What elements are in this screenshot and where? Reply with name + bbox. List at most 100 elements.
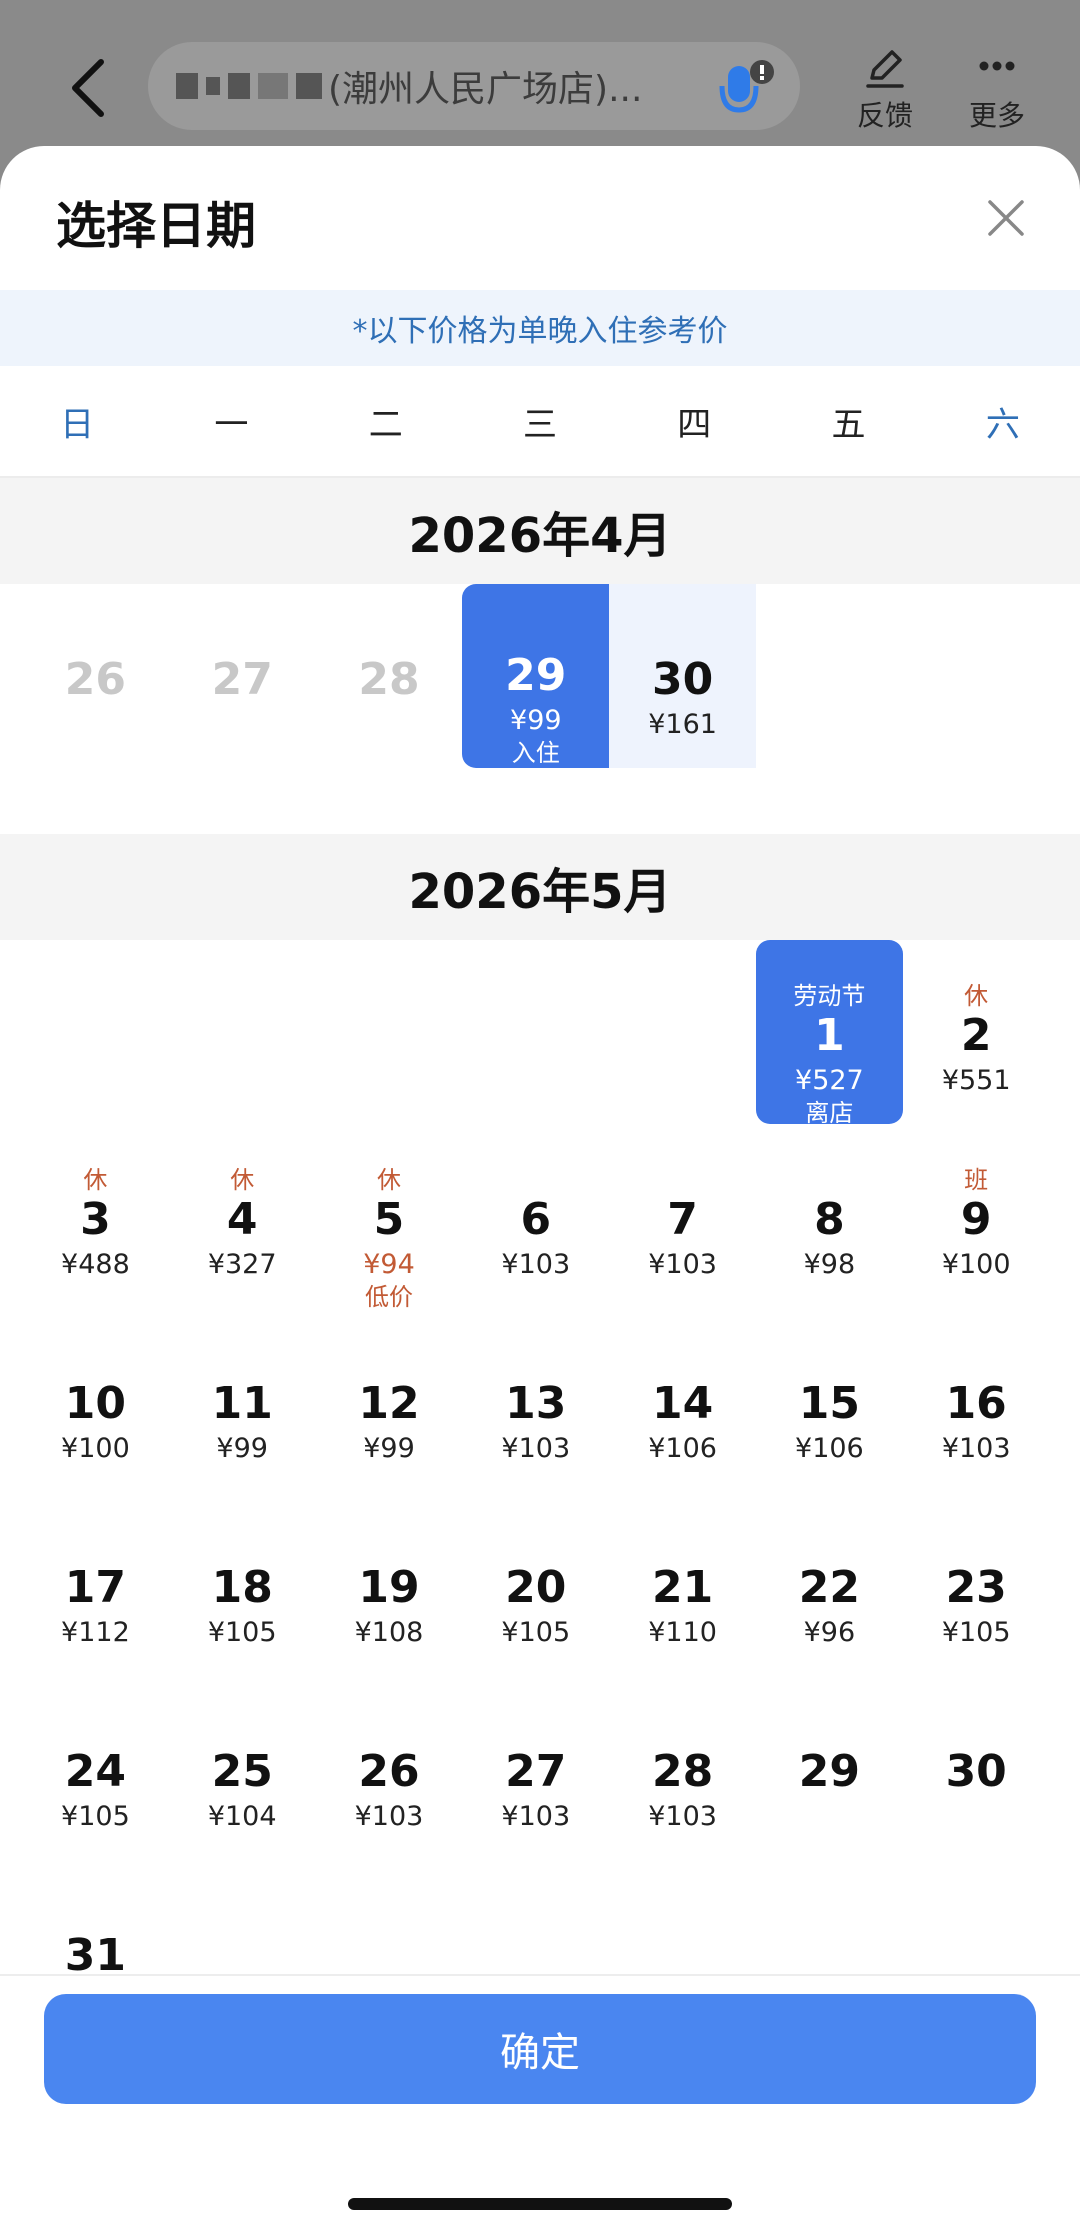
more-label: 更多 bbox=[968, 99, 1025, 132]
day-cell[interactable]: 23 ¥105 bbox=[903, 1492, 1050, 1676]
weekday-label: 三 bbox=[522, 404, 557, 445]
day-cell[interactable]: 26 ¥103 bbox=[316, 1676, 463, 1860]
day-cell: 26 bbox=[22, 584, 169, 768]
day-number: 19 bbox=[358, 1562, 420, 1613]
april-grid: 26 27 28 29 ¥99 入住 30 ¥161 bbox=[22, 584, 1080, 768]
day-cell[interactable]: 29 bbox=[756, 1676, 903, 1860]
day-number: 18 bbox=[211, 1562, 273, 1613]
day-cell[interactable]: 13 ¥103 bbox=[462, 1308, 609, 1492]
day-price: ¥100 bbox=[61, 1433, 130, 1464]
weekday-label: 日 bbox=[60, 404, 95, 445]
day-number: 29 bbox=[798, 1746, 860, 1797]
day-sub-label: 入住 bbox=[511, 739, 560, 767]
search-bar[interactable]: (潮州人民广场店)... bbox=[148, 42, 800, 130]
more-button[interactable]: 更多 bbox=[952, 44, 1042, 134]
day-price: ¥103 bbox=[941, 1433, 1011, 1464]
day-cell: 27 bbox=[169, 584, 316, 768]
weekday-label: 六 bbox=[985, 404, 1020, 445]
day-number: 26 bbox=[358, 1746, 420, 1797]
day-price: ¥99 bbox=[510, 705, 562, 736]
top-bar: (潮州人民广场店)... 反馈 更多 bbox=[0, 0, 1080, 160]
day-cell[interactable]: 19 ¥108 bbox=[316, 1492, 463, 1676]
day-number: 23 bbox=[945, 1562, 1007, 1613]
day-price: ¥106 bbox=[795, 1433, 864, 1464]
redacted-name bbox=[176, 73, 322, 99]
sheet-header: 选择日期 bbox=[0, 146, 1080, 290]
day-number: 28 bbox=[651, 1746, 714, 1797]
feedback-button[interactable]: 反馈 bbox=[840, 44, 930, 134]
month-title-may: 2026年5月 bbox=[0, 834, 1080, 940]
day-cell[interactable]: 24 ¥105 bbox=[22, 1676, 169, 1860]
day-number: 25 bbox=[211, 1746, 273, 1797]
day-number: 27 bbox=[211, 654, 273, 705]
day-price: ¥100 bbox=[941, 1249, 1011, 1280]
day-price: ¥103 bbox=[648, 1801, 717, 1832]
day-number: 17 bbox=[64, 1562, 127, 1613]
day-cell[interactable]: 18 ¥105 bbox=[169, 1492, 316, 1676]
day-cell[interactable]: 8 ¥98 bbox=[756, 1124, 903, 1308]
day-price: ¥98 bbox=[803, 1249, 856, 1280]
day-cell[interactable]: 25 ¥104 bbox=[169, 1676, 316, 1860]
voice-mic-icon[interactable] bbox=[716, 56, 778, 118]
day-cell[interactable]: 班 9 ¥100 bbox=[903, 1124, 1050, 1308]
back-button[interactable] bbox=[52, 48, 122, 128]
day-price: ¥110 bbox=[648, 1617, 717, 1648]
weekday-label: 二 bbox=[368, 404, 403, 445]
day-cell[interactable]: 30 ¥161 bbox=[609, 584, 756, 768]
weekday-label: 五 bbox=[831, 404, 866, 445]
day-cell[interactable]: 22 ¥96 bbox=[756, 1492, 903, 1676]
day-cell: 28 bbox=[316, 584, 463, 768]
day-price: ¥105 bbox=[61, 1801, 130, 1832]
day-number: 3 bbox=[80, 1194, 111, 1245]
day-cell[interactable]: 30 bbox=[903, 1676, 1050, 1860]
holiday-tag: 休 bbox=[376, 1166, 401, 1194]
day-price: ¥105 bbox=[941, 1617, 1011, 1648]
empty-cell bbox=[22, 940, 169, 1124]
day-cell[interactable]: 20 ¥105 bbox=[462, 1492, 609, 1676]
day-number: 4 bbox=[226, 1194, 258, 1245]
day-cell[interactable]: 劳动节 1 ¥527 离店 bbox=[755, 940, 903, 1127]
day-price: ¥112 bbox=[61, 1617, 130, 1648]
day-cell[interactable]: 休 4 ¥327 bbox=[169, 1124, 316, 1308]
empty-cell bbox=[462, 940, 609, 1124]
empty-cell bbox=[609, 940, 756, 1124]
day-price: ¥94 bbox=[363, 1249, 415, 1280]
day-cell[interactable]: 10 ¥100 bbox=[22, 1308, 169, 1492]
price-note: *以下价格为单晚入住参考价 bbox=[0, 290, 1080, 366]
day-cell[interactable]: 休 3 ¥488 bbox=[22, 1124, 169, 1308]
day-cell[interactable]: 12 ¥99 bbox=[316, 1308, 463, 1492]
day-number: 5 bbox=[373, 1194, 405, 1245]
day-cell[interactable]: 17 ¥112 bbox=[22, 1492, 169, 1676]
day-cell[interactable]: 29 ¥99 入住 bbox=[462, 584, 610, 768]
close-icon bbox=[988, 200, 1024, 236]
day-cell[interactable]: 7 ¥103 bbox=[609, 1124, 756, 1308]
day-price: ¥108 bbox=[354, 1617, 424, 1648]
day-cell[interactable]: 休 5 ¥94 低价 bbox=[316, 1124, 463, 1311]
weekday-label: 一 bbox=[214, 404, 249, 445]
day-price: ¥527 bbox=[795, 1065, 864, 1096]
day-cell[interactable]: 11 ¥99 bbox=[169, 1308, 316, 1492]
day-cell[interactable]: 16 ¥103 bbox=[903, 1308, 1050, 1492]
day-price: ¥106 bbox=[648, 1433, 717, 1464]
day-number: 7 bbox=[667, 1194, 698, 1245]
day-number: 22 bbox=[798, 1562, 860, 1613]
day-price: ¥103 bbox=[648, 1249, 717, 1280]
day-cell[interactable]: 6 ¥103 bbox=[462, 1124, 609, 1308]
feedback-label: 反馈 bbox=[856, 99, 913, 132]
day-cell[interactable]: 休 2 ¥551 bbox=[903, 940, 1050, 1124]
empty-cell bbox=[169, 940, 316, 1124]
day-price: ¥551 bbox=[941, 1065, 1011, 1096]
close-button[interactable] bbox=[984, 196, 1028, 240]
day-price: ¥103 bbox=[354, 1801, 424, 1832]
day-price: ¥488 bbox=[61, 1249, 130, 1280]
weekday-label: 四 bbox=[677, 404, 712, 445]
day-cell[interactable]: 21 ¥110 bbox=[609, 1492, 756, 1676]
day-cell[interactable]: 14 ¥106 bbox=[609, 1308, 756, 1492]
day-cell[interactable]: 27 ¥103 bbox=[462, 1676, 609, 1860]
day-cell[interactable]: 15 ¥106 bbox=[756, 1308, 903, 1492]
day-price: ¥161 bbox=[648, 709, 717, 740]
day-number: 29 bbox=[505, 650, 567, 701]
day-cell[interactable]: 28 ¥103 bbox=[609, 1676, 756, 1860]
confirm-button[interactable]: 确定 bbox=[44, 1994, 1036, 2104]
home-indicator bbox=[348, 2198, 732, 2210]
